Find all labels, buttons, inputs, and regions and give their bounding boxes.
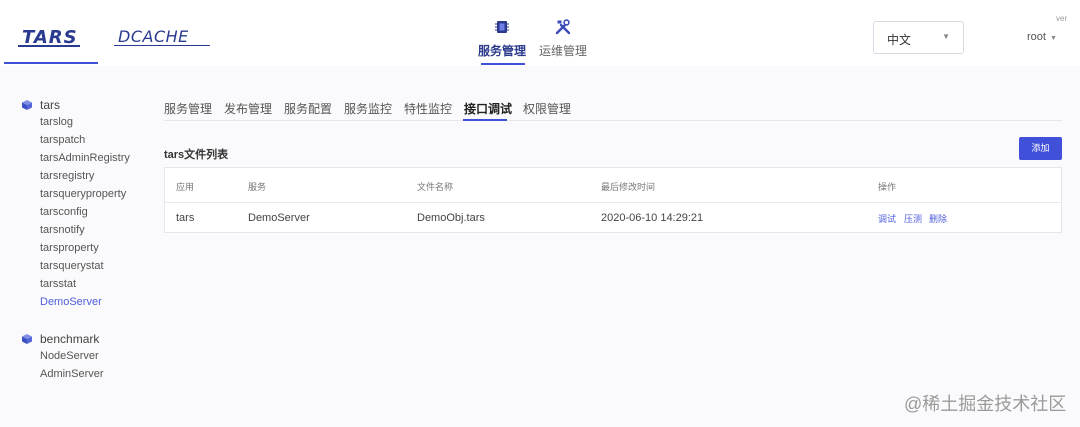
tree-item-nodeserver[interactable]: NodeServer: [40, 350, 99, 362]
nav-ops-management[interactable]: 运维管理: [533, 18, 593, 59]
delete-link[interactable]: 删除: [929, 212, 947, 225]
service-tabs: 服务管理 发布管理 服务配置 服务监控 特性监控 接口调试 权限管理: [164, 97, 1062, 121]
tab-publish-management[interactable]: 发布管理: [224, 100, 272, 117]
nav-ops-management-label: 运维管理: [538, 44, 587, 58]
cube-icon: [22, 100, 32, 110]
tab-service-monitor[interactable]: 服务监控: [344, 100, 392, 117]
sidebar-tree: tars tarslog tarspatch tarsAdminRegistry…: [0, 66, 150, 427]
language-select[interactable]: 中文 ▼: [873, 21, 964, 54]
watermark: @稀土掘金技术社区: [904, 394, 1067, 414]
nav-active-underline: [481, 63, 525, 65]
tree-item-tarslog[interactable]: tarslog: [40, 116, 73, 128]
tree-group-label: benchmark: [40, 332, 100, 346]
user-menu[interactable]: root ▼: [1027, 31, 1057, 43]
tab-service-config[interactable]: 服务配置: [284, 100, 332, 117]
dcache-logo[interactable]: DCACHE: [118, 27, 189, 46]
tree-item-tarsconfig[interactable]: tarsconfig: [40, 206, 88, 218]
tree-item-tarsnotify[interactable]: tarsnotify: [40, 224, 85, 236]
dcache-logo-underline: [114, 45, 210, 46]
top-header: TARS DCACHE 服务管理 运维管理 中文 ▼ root ▼ ver: [0, 0, 1080, 66]
tree-item-demoserver[interactable]: DemoServer: [40, 296, 102, 308]
tab-active-underline: [463, 119, 507, 121]
section-title: tars文件列表: [164, 149, 229, 161]
user-name: root: [1027, 31, 1046, 43]
logo-active-indicator: [4, 62, 98, 64]
chevron-down-icon: ▼: [1049, 35, 1057, 42]
column-header-server: 服务: [248, 182, 267, 192]
tree-item-tarspatch[interactable]: tarspatch: [40, 134, 85, 146]
table-header: 应用 服务 文件名称 最后修改时间 操作: [165, 168, 1061, 203]
tree-item-tarsquerystat[interactable]: tarsquerystat: [40, 260, 104, 272]
tree-group-tars[interactable]: tars: [21, 98, 60, 112]
column-header-filename: 文件名称: [417, 182, 454, 192]
cell-modified: 2020-06-10 14:29:21: [601, 212, 704, 224]
tree-group-benchmark[interactable]: benchmark: [21, 332, 99, 346]
tree-item-adminserver[interactable]: AdminServer: [40, 368, 104, 380]
column-header-app: 应用: [176, 182, 195, 192]
nav-service-management[interactable]: 服务管理: [472, 18, 532, 59]
column-header-modified: 最后修改时间: [601, 182, 656, 192]
tree-item-tarsregistry[interactable]: tarsregistry: [40, 170, 94, 182]
cube-icon: [22, 334, 32, 344]
chevron-down-icon: ▼: [942, 32, 950, 41]
tree-item-tarsqueryproperty[interactable]: tarsqueryproperty: [40, 188, 126, 200]
version-label: ver: [1056, 14, 1068, 23]
tab-service-management[interactable]: 服务管理: [164, 100, 212, 117]
column-header-actions: 操作: [878, 182, 897, 192]
debug-link[interactable]: 调试: [878, 212, 896, 225]
tars-logo-underline: [18, 45, 80, 47]
cell-app: tars: [176, 212, 195, 224]
cell-filename: DemoObj.tars: [417, 212, 485, 224]
tab-interface-debug[interactable]: 接口调试: [464, 100, 512, 117]
tree-group-label: tars: [40, 98, 61, 112]
tab-feature-monitor[interactable]: 特性监控: [404, 100, 452, 117]
tab-permission-management[interactable]: 权限管理: [523, 100, 571, 117]
tree-item-tarsproperty[interactable]: tarsproperty: [40, 242, 99, 254]
cell-server: DemoServer: [248, 212, 310, 224]
tree-item-tarsadminregistry[interactable]: tarsAdminRegistry: [40, 152, 130, 164]
nav-service-management-label: 服务管理: [477, 44, 526, 58]
stress-test-link[interactable]: 压测: [904, 212, 922, 225]
tars-file-table: 应用 服务 文件名称 最后修改时间 操作 tars DemoServer Dem…: [164, 167, 1062, 233]
tree-item-tarsstat[interactable]: tarsstat: [40, 278, 76, 290]
tools-icon: [555, 19, 571, 35]
chip-icon: [495, 21, 509, 33]
add-button[interactable]: 添加: [1019, 137, 1062, 160]
language-select-value: 中文: [887, 33, 912, 47]
